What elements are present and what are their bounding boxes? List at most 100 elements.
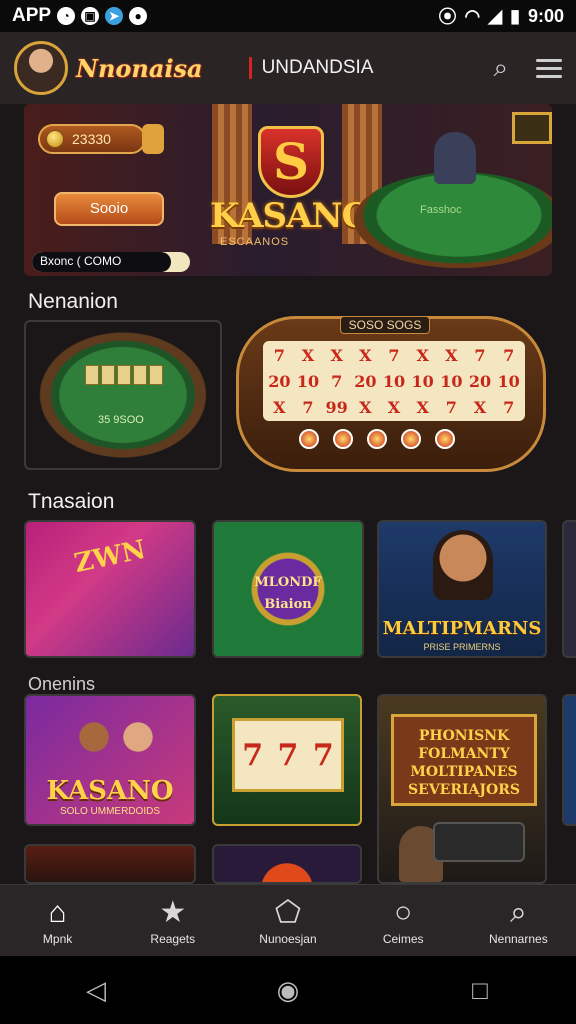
game-board-sign: PHONISNK FOLMANTY MOLTIPANES SEVERIAJORS	[391, 714, 537, 806]
section-heading-others: Onenins	[28, 674, 96, 694]
reel-symbol: X	[473, 398, 487, 417]
casino-logo-text: KASANO	[210, 196, 371, 236]
slot-reels-mini: 7 7 7	[232, 718, 344, 792]
game-tile-4[interactable]: KASANO SOLO UMMERDOIDS	[24, 694, 196, 826]
game-tile-8[interactable]	[212, 844, 362, 884]
battery-icon: ▮	[510, 5, 520, 26]
game-tile-partial[interactable]	[562, 520, 576, 658]
nav-item-search[interactable]: ⌕ Nennarnes	[468, 896, 568, 946]
reel-symbol: 10	[440, 372, 463, 391]
game-tile-title: ZWN	[71, 534, 149, 580]
telegram-icon: ➤	[105, 7, 124, 25]
game-card-table[interactable]: 35 9SOO	[24, 320, 222, 470]
table-number: 35 9SOO	[98, 414, 144, 426]
brand-logo[interactable]: Nnonaisa	[76, 54, 203, 83]
reel-symbol: 7	[312, 737, 334, 773]
slot-title: SOSO SOGS	[340, 316, 430, 334]
coin-icon	[46, 130, 64, 148]
reel-symbol: 10	[411, 372, 434, 391]
balance-add-button[interactable]	[142, 124, 164, 154]
menu-icon[interactable]	[536, 54, 562, 83]
section-heading-featured: Nenanion	[28, 290, 118, 313]
signal-icon: ◢	[488, 5, 503, 26]
bonus-progress-bar: Bxonc ( COMO	[32, 252, 190, 272]
section-heading-promotions: Tnasaion	[28, 490, 115, 513]
slot-chips	[299, 429, 455, 449]
search-icon[interactable]: ⌕	[493, 52, 508, 84]
reel-symbol: 7	[277, 737, 299, 773]
casino-logo-subtitle: ESCAANOS	[220, 236, 290, 248]
section-title: UNDANDSIA	[261, 57, 374, 78]
whatsapp-icon: ◔	[57, 7, 76, 25]
clock-time: 9:00	[527, 5, 564, 26]
status-app-label: APP	[12, 5, 52, 26]
game-tile-2[interactable]: MLONDF Biaion	[212, 520, 364, 658]
game-tile-title: MLONDF Biaion	[214, 572, 362, 616]
nav-item-promotions[interactable]: ⬠ Nunoesjan	[238, 896, 338, 946]
nav-item-rewards[interactable]: ★ Reagets	[123, 896, 223, 946]
table-label: Fasshoc	[420, 204, 462, 216]
promo-banner[interactable]: 23330 Sooio S KASANO ESCAANOS Fasshoc Bx…	[24, 104, 552, 276]
game-tile-6[interactable]: PHONISNK FOLMANTY MOLTIPANES SEVERIAJORS	[377, 694, 547, 884]
section-divider	[248, 57, 252, 79]
reel-symbol: 10	[382, 372, 406, 391]
board-line: PHONISNK	[418, 728, 510, 744]
reel-symbol: 20	[354, 372, 377, 391]
balance-value: 23330	[72, 131, 111, 147]
reel-symbol: X	[359, 346, 372, 365]
game-tile-line: MLONDF	[254, 575, 322, 590]
game-tile-7[interactable]	[24, 844, 196, 884]
wifi-icon: ◠	[464, 5, 481, 26]
reel-symbol: 20	[268, 372, 291, 391]
search-icon: ⌕	[509, 895, 527, 929]
game-card-slot-machine[interactable]: 7 X X X 7 X X 7 7 20 10 7 20 10 10 10 20 10 X 7 99 X X X 7 X 7	[236, 316, 546, 472]
game-tile-line: Biaion	[264, 597, 312, 612]
reel-symbol: X	[330, 346, 343, 365]
game-tile-5[interactable]: 7 7 7	[212, 694, 362, 826]
reel-symbol: 7	[388, 346, 400, 365]
game-tile-3[interactable]: MALTIPMARNS PRISE PRIMERNS	[377, 520, 547, 658]
player-portraits	[66, 710, 166, 770]
reel-symbol: 7	[445, 398, 457, 417]
dealer-figure	[434, 132, 476, 184]
game-tile-title: KASANO	[46, 776, 174, 806]
reel-symbol: X	[273, 398, 286, 417]
game-tile-subtitle: SOLO UMMERDOIDS	[59, 806, 160, 817]
reel-symbol: 10	[296, 372, 320, 391]
status-bar: APP ◔ ▣ ➤ ● ⦿ ◠ ◢ ▮ 9:00	[0, 0, 576, 32]
balance-pill[interactable]: 23330	[38, 124, 146, 154]
home-button-icon[interactable]: ◉	[274, 976, 302, 1004]
top-bar: Nnonaisa UNDANDSIA ⌕	[0, 32, 576, 104]
nav-item-games[interactable]: ○ Ceimes	[353, 896, 453, 946]
reel-symbol: X	[387, 398, 401, 417]
slot-reels: 7 X X X 7 X X 7 7 20 10 7 20 10 10 10 20 10 X 7 99 X X X 7 X 7	[263, 341, 525, 421]
banner-cta-button[interactable]: Sooio	[54, 192, 164, 226]
reel-symbol: X	[359, 398, 372, 417]
system-navigation-bar: ◁ ◉ □	[0, 956, 576, 1024]
house-outline-icon: ⬠	[274, 895, 301, 929]
reel-symbol: 7	[331, 372, 343, 391]
circle-icon: ○	[394, 895, 413, 929]
game-screen	[433, 822, 525, 862]
picture-frame	[512, 112, 552, 144]
nav-label: Nunoesjan	[259, 931, 317, 946]
nav-label: Ceimes	[382, 931, 424, 946]
nav-label: Nennarnes	[488, 931, 548, 946]
player-portrait	[433, 530, 493, 600]
reel-symbol: X	[445, 346, 458, 365]
back-icon[interactable]: ◁	[82, 976, 110, 1004]
board-line: MOLTIPANES	[410, 764, 518, 780]
game-tile-1[interactable]: ZWN	[24, 520, 196, 658]
board-line: SEVERIAJORS	[408, 782, 520, 798]
reel-symbol: 7	[503, 398, 515, 417]
board-line: FOLMANTY	[418, 746, 510, 762]
reel-symbol: 20	[468, 372, 492, 391]
game-tile-subtitle: PRISE PRIMERNS	[423, 642, 501, 652]
game-tile-partial[interactable]	[562, 694, 576, 826]
reel-symbol: X	[416, 346, 429, 365]
recents-icon[interactable]: □	[466, 976, 494, 1004]
avatar[interactable]	[14, 41, 68, 95]
nav-item-home[interactable]: ⌂ Mpnk	[8, 896, 108, 946]
reel-symbol: 7	[503, 346, 515, 365]
reel-symbol: 10	[497, 372, 520, 391]
